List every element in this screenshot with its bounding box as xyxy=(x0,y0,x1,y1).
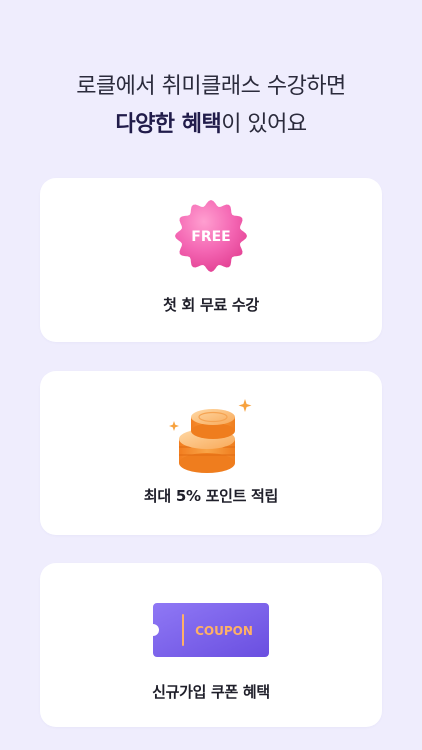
headline: 로클에서 취미클래스 수강하면 다양한 혜택이 있어요 xyxy=(0,70,422,142)
benefit-label-free-class: 첫 회 무료 수강 xyxy=(163,296,259,314)
benefit-card-free-class: FREE 첫 회 무료 수강 xyxy=(40,178,382,342)
sparkle-icon xyxy=(238,399,252,412)
headline-line2: 다양한 혜택이 있어요 xyxy=(0,108,422,142)
free-badge-icon: FREE xyxy=(175,200,247,272)
coupon-badge-text: COUPON xyxy=(195,624,253,638)
free-badge-text: FREE xyxy=(191,229,230,245)
headline-line1: 로클에서 취미클래스 수강하면 xyxy=(76,74,346,99)
benefit-label-coupon: 신규가입 쿠폰 혜택 xyxy=(152,683,270,701)
coupon-icon: COUPON xyxy=(153,603,269,657)
headline-highlight: 다양한 혜택 xyxy=(115,112,222,137)
headline-line2-rest: 이 있어요 xyxy=(221,112,307,137)
sparkle-icon xyxy=(169,421,179,431)
coins-icon xyxy=(169,399,252,473)
benefit-card-coupon: COUPON 신규가입 쿠폰 혜택 xyxy=(40,563,382,727)
benefit-card-points: 최대 5% 포인트 적립 xyxy=(40,371,382,535)
benefit-label-points: 최대 5% 포인트 적립 xyxy=(143,487,279,505)
